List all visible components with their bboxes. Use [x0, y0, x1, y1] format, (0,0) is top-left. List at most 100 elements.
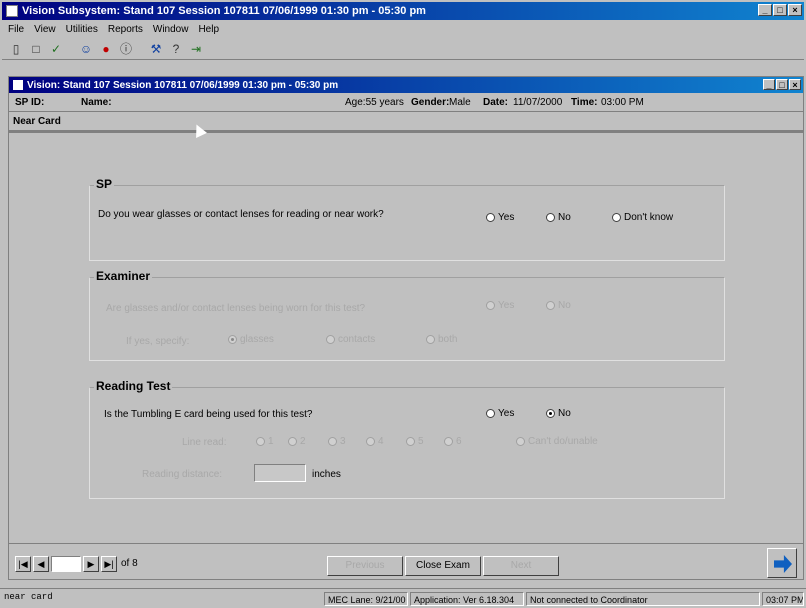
line-3-radio[interactable]: 3	[328, 436, 346, 447]
radio-circle[interactable]	[486, 213, 495, 222]
menu-bar: File View Utilities Reports Window Help	[2, 21, 804, 37]
radio-circle[interactable]	[228, 335, 237, 344]
cannot-do-radio[interactable]: Can't do/unable	[516, 436, 598, 447]
record-icon[interactable]: ●	[98, 41, 114, 57]
tools-icon[interactable]: ⚒	[148, 41, 164, 57]
radio-circle[interactable]	[326, 335, 335, 344]
glasses-radio[interactable]: glasses	[228, 334, 274, 345]
info-icon[interactable]: ⓘ	[118, 41, 134, 57]
arrow-right-icon	[774, 555, 792, 573]
both-radio[interactable]: both	[426, 334, 457, 345]
status-connection: Not connected to Coordinator	[526, 592, 760, 606]
date-label: Date:	[483, 97, 509, 108]
radio-circle[interactable]	[612, 213, 621, 222]
date-value: 11/07/2000	[513, 97, 563, 108]
radio-circle[interactable]	[546, 409, 555, 418]
page-number-input[interactable]	[51, 556, 81, 572]
child-close-button[interactable]: ×	[789, 79, 801, 90]
next-page-button[interactable]: ▶	[83, 556, 99, 572]
child-maximize-button[interactable]: □	[776, 79, 788, 90]
exam-form: SP Do you wear glasses or contact lenses…	[9, 137, 803, 537]
vision-child-window: Vision: Stand 107 Session 107811 07/06/1…	[8, 76, 804, 580]
sp-yes-radio[interactable]: Yes	[486, 212, 514, 223]
child-minimize-button[interactable]: _	[763, 79, 775, 90]
radio-circle[interactable]	[444, 437, 453, 446]
radio-circle[interactable]	[486, 409, 495, 418]
face-icon[interactable]: ☺	[78, 41, 94, 57]
menu-file[interactable]: File	[8, 24, 24, 35]
minimize-button[interactable]: _	[758, 4, 772, 16]
app-title-bar: Vision Subsystem: Stand 107 Session 1078…	[2, 2, 804, 20]
tumbling-no-radio[interactable]: No	[546, 408, 571, 419]
examiner-question: Are glasses and/or contact lenses being …	[106, 303, 366, 314]
menu-reports[interactable]: Reports	[108, 24, 143, 35]
menu-help[interactable]: Help	[198, 24, 219, 35]
radio-circle[interactable]	[366, 437, 375, 446]
contacts-radio[interactable]: contacts	[326, 334, 375, 345]
previous-button[interactable]: Previous	[327, 556, 403, 576]
new-icon[interactable]: □	[28, 41, 44, 57]
radio-label: 3	[340, 436, 346, 447]
tumbling-yes-radio[interactable]: Yes	[486, 408, 514, 419]
sp-no-radio[interactable]: No	[546, 212, 571, 223]
radio-circle[interactable]	[288, 437, 297, 446]
examiner-yes-radio[interactable]: Yes	[486, 300, 514, 311]
radio-label: 6	[456, 436, 462, 447]
radio-label: No	[558, 212, 571, 223]
first-page-button[interactable]: |◀	[15, 556, 31, 572]
bottom-navigation: |◀ ◀ ▶ ▶| of 8 Previous Close Exam Next	[9, 543, 803, 581]
status-app-version: Application: Ver 6.18.304	[410, 592, 524, 606]
specify-label: If yes, specify:	[126, 336, 190, 347]
radio-label: Yes	[498, 212, 515, 223]
close-button[interactable]: ×	[788, 4, 802, 16]
time-label: Time:	[571, 97, 598, 108]
child-title: Vision: Stand 107 Session 107811 07/06/1…	[27, 79, 339, 91]
radio-label: No	[558, 408, 571, 419]
radio-circle[interactable]	[406, 437, 415, 446]
next-button[interactable]: Next	[483, 556, 559, 576]
status-clock: 03:07 PM	[762, 592, 804, 606]
check-icon[interactable]: ✓	[48, 41, 64, 57]
menu-view[interactable]: View	[34, 24, 56, 35]
radio-circle[interactable]	[486, 301, 495, 310]
section-title: Near Card	[9, 113, 803, 133]
radio-circle[interactable]	[256, 437, 265, 446]
close-exam-button[interactable]: Close Exam	[405, 556, 481, 576]
radio-circle[interactable]	[328, 437, 337, 446]
line-5-radio[interactable]: 5	[406, 436, 424, 447]
last-page-button[interactable]: ▶|	[101, 556, 117, 572]
line-2-radio[interactable]: 2	[288, 436, 306, 447]
sp-group-legend: SP	[94, 177, 115, 191]
line-6-radio[interactable]: 6	[444, 436, 462, 447]
app-title: Vision Subsystem: Stand 107 Session 1078…	[22, 5, 426, 17]
help-icon[interactable]: ?	[168, 41, 184, 57]
radio-circle[interactable]	[546, 301, 555, 310]
inches-label: inches	[312, 469, 341, 480]
sp-question: Do you wear glasses or contact lenses fo…	[98, 209, 384, 220]
radio-label: Can't do/unable	[528, 436, 598, 447]
menu-utilities[interactable]: Utilities	[66, 24, 98, 35]
previous-page-button[interactable]: ◀	[33, 556, 49, 572]
exit-exam-button[interactable]	[767, 548, 797, 578]
examiner-no-radio[interactable]: No	[546, 300, 571, 311]
radio-circle[interactable]	[516, 437, 525, 446]
radio-label: 5	[418, 436, 424, 447]
radio-label: Yes	[498, 408, 515, 419]
open-icon[interactable]: ▯	[8, 41, 24, 57]
sp-dont-know-radio[interactable]: Don't know	[612, 212, 673, 223]
menu-window[interactable]: Window	[153, 24, 189, 35]
app-icon	[6, 5, 18, 17]
radio-circle[interactable]	[426, 335, 435, 344]
line-1-radio[interactable]: 1	[256, 436, 274, 447]
exit-icon[interactable]: ⇥	[188, 41, 204, 57]
child-app-icon	[13, 80, 23, 90]
sp-id-label: SP ID:	[15, 97, 45, 108]
examiner-group-legend: Examiner	[94, 269, 153, 283]
line-4-radio[interactable]: 4	[366, 436, 384, 447]
maximize-button[interactable]: □	[773, 4, 787, 16]
reading-distance-input[interactable]	[254, 464, 306, 482]
radio-label: 4	[378, 436, 384, 447]
window-controls: _ □ ×	[758, 4, 802, 16]
toolbar: ▯ □ ✓ ☺ ● ⓘ ⚒ ? ⇥	[2, 38, 804, 60]
radio-circle[interactable]	[546, 213, 555, 222]
